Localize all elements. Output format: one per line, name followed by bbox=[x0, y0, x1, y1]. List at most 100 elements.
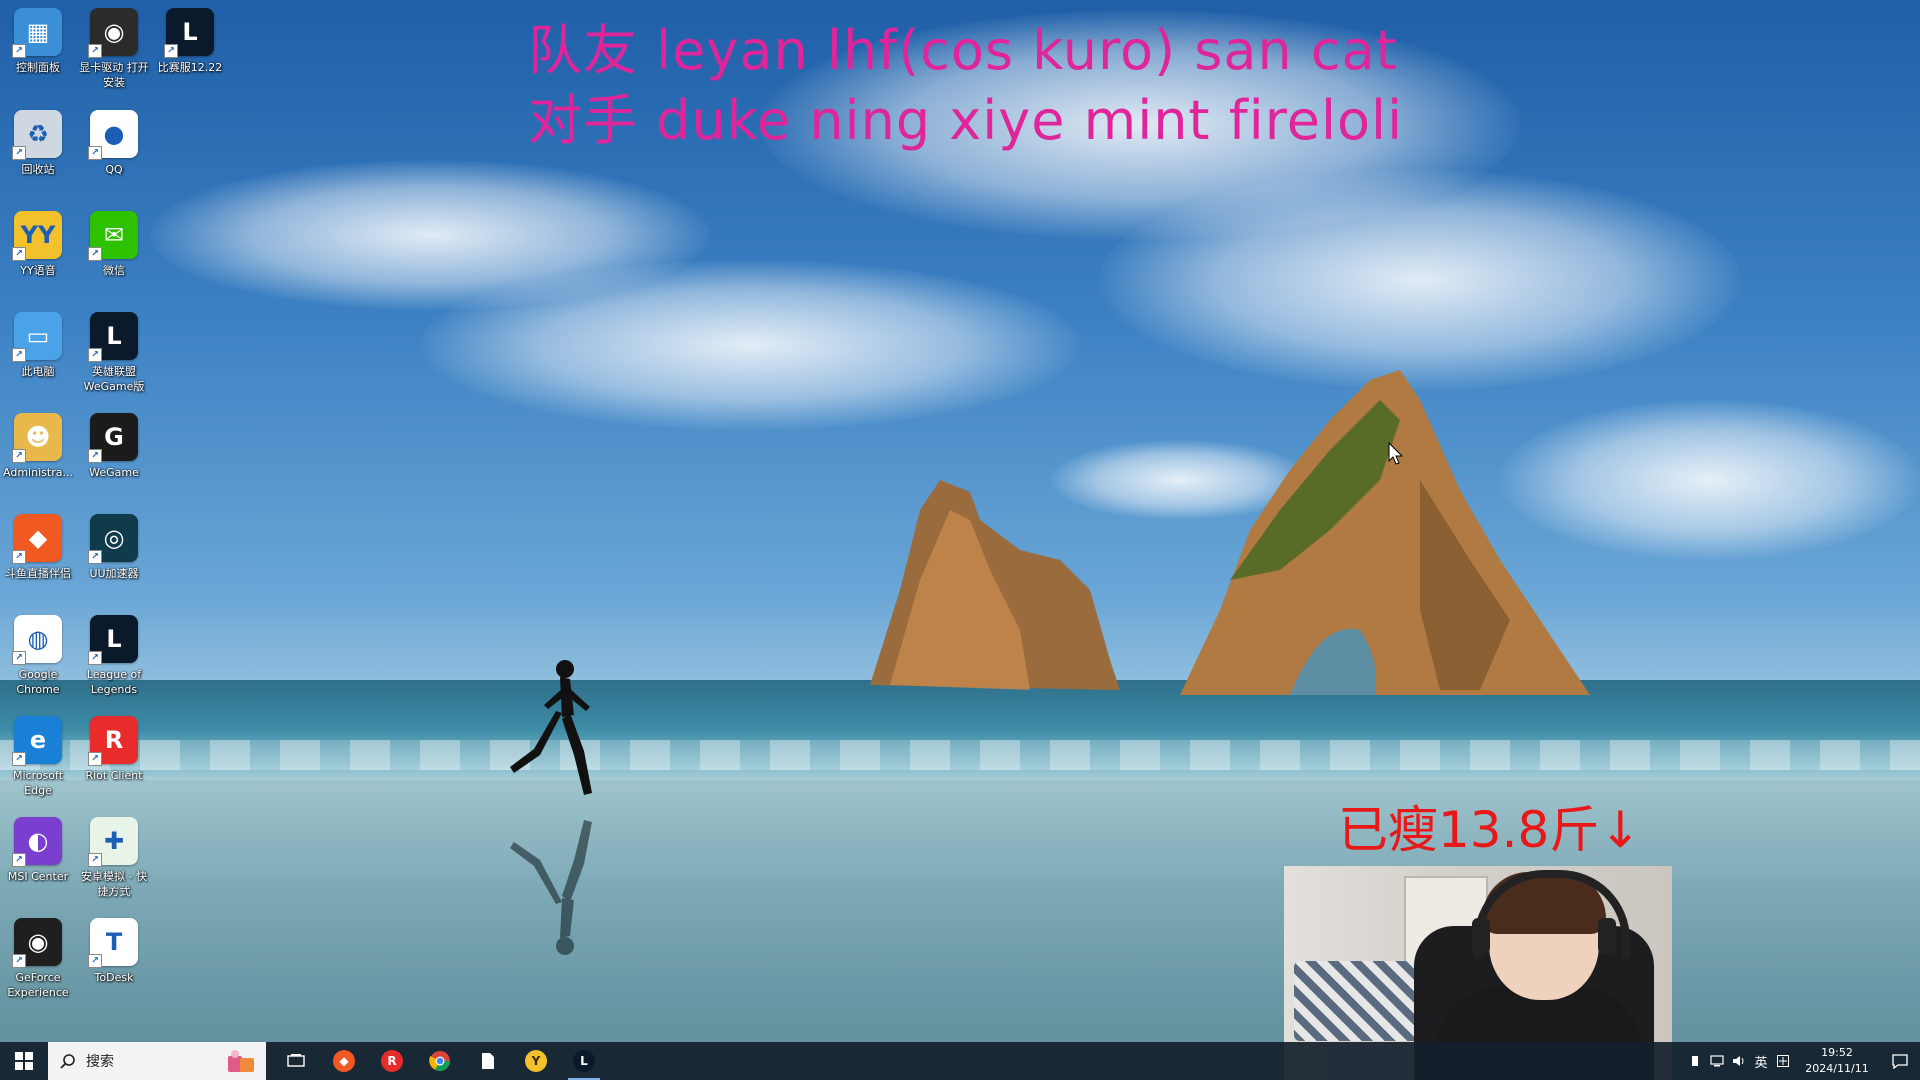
desktop-icon-chrome[interactable]: ◍ ↗ Google Chrome bbox=[0, 615, 76, 697]
tray-overflow-icon[interactable] bbox=[1684, 1042, 1706, 1080]
desktop-icon-android-emulator[interactable]: ✚ ↗ 安卓模拟 - 快捷方式 bbox=[76, 817, 152, 899]
volume-icon[interactable] bbox=[1728, 1042, 1750, 1080]
start-button[interactable] bbox=[0, 1042, 48, 1080]
windows-logo-icon bbox=[15, 1052, 33, 1070]
desktop-icon-qq-penguin[interactable]: ● ↗ QQ bbox=[76, 110, 152, 177]
desktop-icon-label: 英雄联盟 WeGame版 bbox=[83, 365, 145, 393]
shortcut-arrow-icon: ↗ bbox=[12, 752, 26, 766]
taskbar-app-yy[interactable]: Y bbox=[512, 1042, 560, 1080]
shortcut-arrow-icon: ↗ bbox=[88, 348, 102, 362]
taskbar-app-league[interactable]: L bbox=[560, 1042, 608, 1080]
shortcut-arrow-icon: ↗ bbox=[88, 651, 102, 665]
desktop-icon-user-folder[interactable]: ☻ ↗ Administra... bbox=[0, 413, 76, 480]
desktop-icon-label: 此电脑 bbox=[21, 365, 55, 378]
desktop-icon-nvidia[interactable]: ◉ ↗ 显卡驱动 打开安装 bbox=[76, 8, 152, 90]
mouse-cursor-icon bbox=[1388, 442, 1404, 465]
desktop-icon-label: 比赛服12.22 bbox=[157, 61, 223, 74]
shortcut-arrow-icon: ↗ bbox=[88, 550, 102, 564]
task-view-icon bbox=[285, 1050, 307, 1072]
network-icon[interactable] bbox=[1706, 1042, 1728, 1080]
desktop-icon-label: YY语音 bbox=[20, 264, 56, 277]
android-emulator-icon: ✚ ↗ bbox=[88, 817, 138, 867]
control-panel-icon: ▦ ↗ bbox=[12, 8, 62, 58]
file-icon bbox=[477, 1050, 499, 1072]
ime-language-indicator[interactable]: 英 bbox=[1750, 1042, 1772, 1080]
desktop-icon-edge[interactable]: e ↗ Microsoft Edge bbox=[0, 716, 76, 798]
cloud bbox=[1100, 170, 1740, 390]
surf bbox=[0, 740, 1920, 770]
shortcut-arrow-icon: ↗ bbox=[12, 44, 26, 58]
desktop-icon-geforce-experience[interactable]: ◉ ↗ GeForce Experience bbox=[0, 918, 76, 1000]
desktop-icon-riot-client[interactable]: R ↗ Riot Client bbox=[76, 716, 152, 783]
desktop-icon-control-panel[interactable]: ▦ ↗ 控制面板 bbox=[0, 8, 76, 75]
shortcut-arrow-icon: ↗ bbox=[164, 44, 178, 58]
shortcut-arrow-icon: ↗ bbox=[12, 449, 26, 463]
this-pc-icon: ▭ ↗ bbox=[12, 312, 62, 362]
taskbar-app-task-view[interactable] bbox=[272, 1042, 320, 1080]
desktop-icon-label: UU加速器 bbox=[89, 567, 139, 580]
shortcut-arrow-icon: ↗ bbox=[88, 954, 102, 968]
desktop-icon-label: 控制面板 bbox=[16, 61, 60, 74]
shortcut-arrow-icon: ↗ bbox=[88, 449, 102, 463]
desktop-icon-label: Administra... bbox=[3, 466, 73, 479]
shortcut-arrow-icon: ↗ bbox=[88, 146, 102, 160]
taskbar-app-riot-client[interactable]: R bbox=[368, 1042, 416, 1080]
desktop-icon-todesk[interactable]: T ↗ ToDesk bbox=[76, 918, 152, 985]
shortcut-arrow-icon: ↗ bbox=[88, 853, 102, 867]
desktop-icon-this-pc[interactable]: ▭ ↗ 此电脑 bbox=[0, 312, 76, 379]
shortcut-arrow-icon: ↗ bbox=[12, 550, 26, 564]
desktop-icon-label: WeGame bbox=[89, 466, 139, 479]
desktop-icon-douyu[interactable]: ◆ ↗ 斗鱼直播伴侣 bbox=[0, 514, 76, 581]
desktop-icon-label: 安卓模拟 - 快捷方式 bbox=[81, 870, 147, 898]
shopping-bag-icon bbox=[228, 1050, 254, 1072]
desktop-icon-uu-accelerator[interactable]: ◎ ↗ UU加速器 bbox=[76, 514, 152, 581]
todesk-icon: T ↗ bbox=[88, 918, 138, 968]
nvidia-icon: ◉ ↗ bbox=[88, 8, 138, 58]
runner-silhouette bbox=[510, 660, 592, 795]
taskbar-clock[interactable]: 19:52 2024/11/11 bbox=[1794, 1045, 1880, 1077]
shortcut-arrow-icon: ↗ bbox=[12, 651, 26, 665]
desktop-icon-label: 显卡驱动 打开安装 bbox=[79, 61, 149, 89]
shortcut-arrow-icon: ↗ bbox=[12, 348, 26, 362]
qq-penguin-icon: ● ↗ bbox=[88, 110, 138, 160]
desktop-icon-label: ToDesk bbox=[94, 971, 134, 984]
taskbar-search-box[interactable]: 搜索 bbox=[48, 1042, 266, 1080]
ime-mode-icon[interactable] bbox=[1772, 1042, 1794, 1080]
uu-accelerator-icon: ◎ ↗ bbox=[88, 514, 138, 564]
league-icon: L ↗ bbox=[88, 615, 138, 665]
shortcut-arrow-icon: ↗ bbox=[12, 954, 26, 968]
yy-icon: Y bbox=[525, 1050, 547, 1072]
opponents-overlay-text: 对手 duke ning xiye mint fireloli bbox=[528, 89, 1404, 152]
taskbar-app-douyu[interactable]: ◆ bbox=[320, 1042, 368, 1080]
chrome-icon bbox=[429, 1050, 451, 1072]
taskbar-app-chrome[interactable] bbox=[416, 1042, 464, 1080]
desktop-icon-label: League of Legends bbox=[86, 668, 142, 696]
desktop-icon-recycle-bin[interactable]: ♻ ↗ 回收站 bbox=[0, 110, 76, 177]
clock-date: 2024/11/11 bbox=[1805, 1062, 1869, 1075]
desktop-icon-wechat[interactable]: ✉ ↗ 微信 bbox=[76, 211, 152, 278]
riot-client-icon: R bbox=[381, 1050, 403, 1072]
desktop-icon-league[interactable]: L ↗ 英雄联盟 WeGame版 bbox=[76, 312, 152, 394]
desktop-icon-wegame[interactable]: G ↗ WeGame bbox=[76, 413, 152, 480]
taskbar-app-file[interactable] bbox=[464, 1042, 512, 1080]
league-icon: L ↗ bbox=[88, 312, 138, 362]
headphone-cup-left bbox=[1472, 918, 1490, 954]
desktop[interactable]: 队友 leyan lhf(cos kuro) san cat 对手 duke n… bbox=[0, 0, 1920, 1080]
desktop-icon-label: 斗鱼直播伴侣 bbox=[5, 567, 71, 580]
system-tray: 英 19:52 2024/11/11 bbox=[1684, 1042, 1920, 1080]
weight-loss-overlay-text: 已瘦13.8斤↓ bbox=[1338, 801, 1642, 859]
desktop-icon-yy[interactable]: YY ↗ YY语音 bbox=[0, 211, 76, 278]
search-placeholder: 搜索 bbox=[86, 1054, 114, 1070]
wechat-icon: ✉ ↗ bbox=[88, 211, 138, 261]
shortcut-arrow-icon: ↗ bbox=[12, 146, 26, 160]
clock-time: 19:52 bbox=[1821, 1046, 1853, 1059]
notification-center-button[interactable] bbox=[1880, 1042, 1920, 1080]
headphone-cup-right bbox=[1598, 918, 1616, 954]
recycle-bin-icon: ♻ ↗ bbox=[12, 110, 62, 160]
desktop-icon-msi-center[interactable]: ◐ ↗ MSI Center bbox=[0, 817, 76, 884]
shortcut-arrow-icon: ↗ bbox=[88, 247, 102, 261]
user-folder-icon: ☻ ↗ bbox=[12, 413, 62, 463]
desktop-icon-league[interactable]: L ↗ 比赛服12.22 bbox=[152, 8, 228, 75]
desktop-icon-league[interactable]: L ↗ League of Legends bbox=[76, 615, 152, 697]
shortcut-arrow-icon: ↗ bbox=[88, 44, 102, 58]
